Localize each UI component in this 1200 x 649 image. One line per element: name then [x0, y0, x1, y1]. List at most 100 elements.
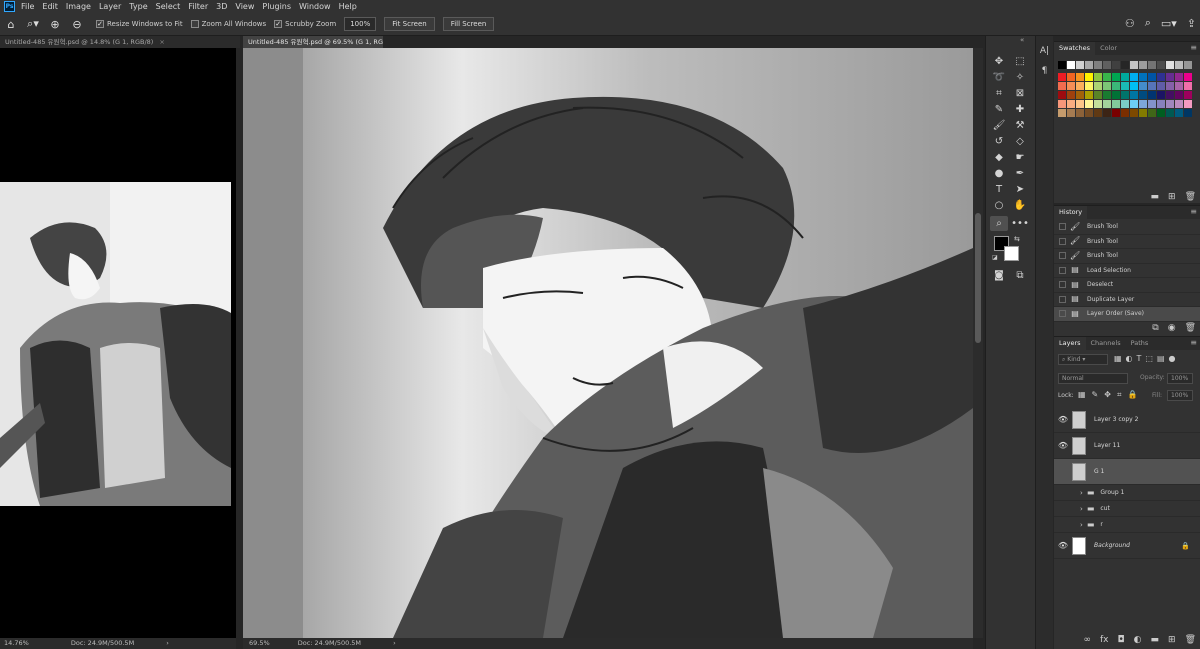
menu-type[interactable]: Type	[129, 2, 147, 11]
canvas-vertical-scrollbar[interactable]	[973, 48, 983, 638]
color-swatch[interactable]	[1175, 82, 1183, 90]
color-swatch[interactable]	[1085, 82, 1093, 90]
color-swatch[interactable]	[1121, 109, 1129, 117]
color-swatch[interactable]	[1094, 100, 1102, 108]
color-swatch[interactable]	[1094, 82, 1102, 90]
fill-field[interactable]: 100%	[1167, 390, 1193, 401]
color-swatch[interactable]	[1076, 82, 1084, 90]
color-swatch[interactable]	[1157, 100, 1165, 108]
history-state[interactable]: 🖌 Brush Tool	[1054, 235, 1200, 249]
history-source-checkbox[interactable]	[1059, 266, 1066, 274]
default-colors-icon[interactable]: ◪	[992, 254, 998, 261]
eraser-tool-icon[interactable]: ◇	[1011, 134, 1029, 149]
chevron-right-icon[interactable]: ›	[166, 639, 169, 647]
marquee-tool-icon[interactable]: ⬚	[1011, 54, 1029, 69]
history-source-checkbox[interactable]	[1059, 310, 1066, 318]
history-state[interactable]: 🖌 Brush Tool	[1054, 220, 1200, 235]
zoom-in-icon[interactable]: ⊕	[47, 18, 63, 31]
menu-help[interactable]: Help	[339, 2, 357, 11]
scrollbar-thumb[interactable]	[975, 213, 981, 343]
adjustment-layer-icon[interactable]: ◐	[1134, 635, 1142, 645]
color-swatch[interactable]	[1112, 82, 1120, 90]
layer-filter-select[interactable]: ⌕ Kind ▾	[1058, 354, 1108, 365]
magic-wand-tool-icon[interactable]: ✧	[1011, 70, 1029, 85]
new-group-folder-icon[interactable]: ▬	[1151, 192, 1160, 202]
menu-file[interactable]: File	[21, 2, 34, 11]
delete-icon[interactable]: 🗑	[1185, 192, 1196, 202]
tab-history[interactable]: History	[1054, 206, 1088, 219]
left-zoom-readout[interactable]: 14.76%	[4, 639, 29, 647]
fill-screen-button[interactable]: Fill Screen	[442, 17, 495, 31]
layer-filter-icons[interactable]: ▦◐T⬚▤●	[1114, 354, 1180, 363]
color-swatch[interactable]	[1148, 82, 1156, 90]
color-swatch[interactable]	[1067, 91, 1075, 99]
new-layer-icon[interactable]: ⊞	[1168, 635, 1176, 645]
screen-mode-icon[interactable]: ⧉	[1011, 268, 1029, 283]
camera-snapshot-icon[interactable]: ◉	[1168, 323, 1176, 333]
menu-layer[interactable]: Layer	[99, 2, 121, 11]
paragraph-panel-icon[interactable]: ¶	[1036, 66, 1053, 76]
color-swatch[interactable]	[1166, 91, 1174, 99]
color-swatch[interactable]	[1085, 109, 1093, 117]
main-zoom-readout[interactable]: 69.5%	[249, 639, 270, 647]
main-document-canvas[interactable]	[243, 48, 973, 638]
brush-tool-icon[interactable]: 🖌	[990, 118, 1008, 133]
color-swatch[interactable]	[1121, 91, 1129, 99]
move-tool-icon[interactable]: ✥	[990, 54, 1008, 69]
tab-color[interactable]: Color	[1095, 42, 1122, 55]
color-swatch[interactable]	[1085, 61, 1093, 69]
color-swatch[interactable]	[1067, 100, 1075, 108]
color-swatch[interactable]	[1166, 82, 1174, 90]
tab-paths[interactable]: Paths	[1126, 337, 1154, 350]
color-swatch[interactable]	[1103, 61, 1111, 69]
layer-row[interactable]: 👁 Layer 3 copy 2	[1054, 407, 1200, 433]
hand-tool-icon[interactable]: ✋	[1011, 198, 1029, 213]
link-layers-icon[interactable]: ∞	[1084, 635, 1092, 645]
color-swatch[interactable]	[1076, 61, 1084, 69]
color-swatch[interactable]	[1184, 82, 1192, 90]
menu-3d[interactable]: 3D	[216, 2, 227, 11]
tab-swatches[interactable]: Swatches	[1054, 42, 1096, 55]
color-swatch[interactable]	[1058, 82, 1066, 90]
color-swatch[interactable]	[1184, 91, 1192, 99]
character-panel-icon[interactable]: A|	[1036, 46, 1053, 56]
zoom-percent-field[interactable]: 100%	[344, 17, 377, 31]
color-swatch[interactable]	[1157, 82, 1165, 90]
eye-visibility-icon[interactable]: 👁	[1054, 541, 1072, 550]
color-swatch[interactable]	[1166, 100, 1174, 108]
new-swatch-icon[interactable]: ⊞	[1168, 192, 1176, 202]
color-swatch[interactable]	[1085, 91, 1093, 99]
zoom-out-icon[interactable]: ⊖	[69, 18, 85, 31]
share-upload-icon[interactable]: ⇪	[1187, 17, 1196, 30]
history-source-checkbox[interactable]	[1059, 295, 1066, 303]
color-swatch[interactable]	[1103, 100, 1111, 108]
color-swatch[interactable]	[1112, 100, 1120, 108]
color-swatch[interactable]	[1121, 73, 1129, 81]
color-swatch[interactable]	[1121, 61, 1129, 69]
color-swatch[interactable]	[1130, 91, 1138, 99]
color-swatch[interactable]	[1067, 61, 1075, 69]
menu-image[interactable]: Image	[66, 2, 91, 11]
color-swatch[interactable]	[1130, 109, 1138, 117]
color-swatch[interactable]	[1148, 91, 1156, 99]
new-group-folder-icon[interactable]: ▬	[1151, 635, 1160, 645]
scrubby-zoom-checkbox[interactable]: ✓ Scrubby Zoom	[274, 20, 336, 28]
color-swatch[interactable]	[1184, 61, 1192, 69]
lock-icon[interactable]: 🔒	[1181, 542, 1190, 550]
eye-visibility-icon[interactable]: 👁	[1054, 441, 1072, 450]
color-swatch[interactable]	[1067, 73, 1075, 81]
color-swatch[interactable]	[1076, 100, 1084, 108]
chevron-right-icon[interactable]: ›	[1080, 489, 1083, 497]
chevron-right-icon[interactable]: ›	[1080, 505, 1083, 513]
color-swatch[interactable]	[1175, 73, 1183, 81]
resize-windows-checkbox[interactable]: ✓ Resize Windows to Fit	[96, 20, 183, 28]
color-swatch[interactable]	[1184, 109, 1192, 117]
color-swatch[interactable]	[1076, 109, 1084, 117]
menu-filter[interactable]: Filter	[188, 2, 208, 11]
color-swatch[interactable]	[1112, 91, 1120, 99]
history-source-checkbox[interactable]	[1059, 252, 1066, 260]
color-swatch[interactable]	[1103, 82, 1111, 90]
ellipse-tool-icon[interactable]: ○	[990, 198, 1008, 213]
color-swatch[interactable]	[1139, 100, 1147, 108]
crop-tool-icon[interactable]: ⌗	[990, 86, 1008, 101]
